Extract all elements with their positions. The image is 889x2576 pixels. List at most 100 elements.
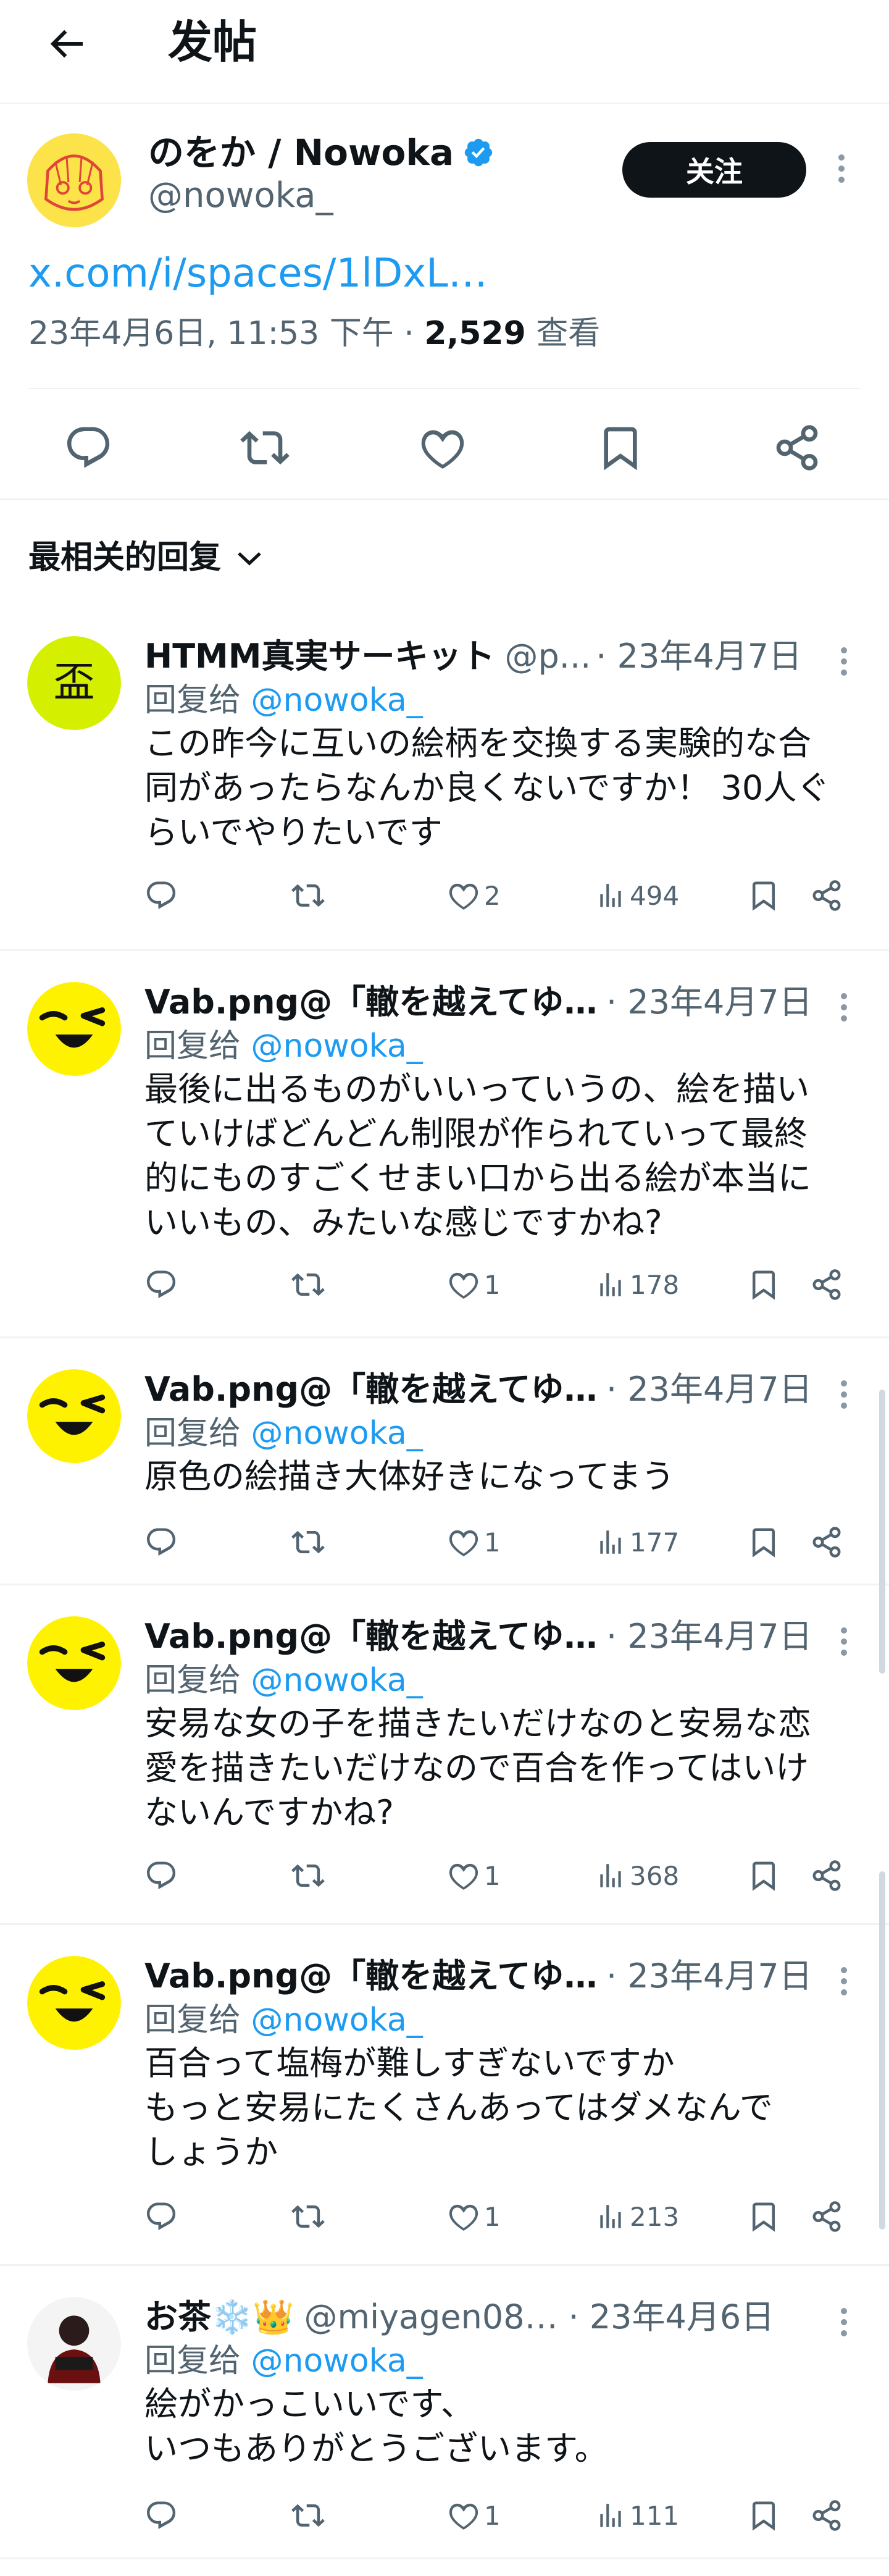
post-date[interactable]: 23年4月6日, 11:53 下午 · <box>28 315 424 352</box>
views-count: 2,529 <box>424 315 526 352</box>
share-icon[interactable] <box>810 2491 843 2540</box>
like-button[interactable]: 2 <box>447 871 501 920</box>
reply-to-mention[interactable]: @nowoka_ <box>251 1662 423 1699</box>
scrollbar-thumb[interactable] <box>879 1871 885 2230</box>
views-button[interactable]: 368 <box>595 1851 679 1900</box>
share-icon[interactable] <box>810 1260 843 1309</box>
reply-item[interactable]: Vab.png@「轍を越えてゆ... · 23年4月7日 回复给 @nowoka… <box>0 1585 889 1925</box>
more-options-icon[interactable] <box>841 1380 847 1409</box>
more-options-icon[interactable] <box>838 154 845 183</box>
reply-date[interactable]: · 23年4月7日 <box>606 1615 812 1658</box>
reply-to-mention[interactable]: @nowoka_ <box>251 2343 423 2380</box>
more-options-icon[interactable] <box>841 647 847 676</box>
retweet-icon[interactable] <box>291 1851 325 1900</box>
reply-author-handle[interactable]: @miyagen0831 <box>304 2296 563 2339</box>
follow-button[interactable]: 关注 <box>622 142 806 198</box>
reply-actions: 2 494 <box>144 871 864 920</box>
more-options-icon[interactable] <box>841 1967 847 1995</box>
reply-date[interactable]: · 23年4月7日 <box>596 635 802 678</box>
reply-author-name[interactable]: Vab.png@「轍を越えてゆ... <box>144 1368 601 1411</box>
reply-date[interactable]: · 23年4月6日 <box>568 2296 774 2339</box>
author-avatar[interactable] <box>27 133 121 227</box>
reply-to-mention[interactable]: @nowoka_ <box>251 2002 423 2039</box>
reply-date[interactable]: · 23年4月7日 <box>606 981 812 1024</box>
reply-to-mention[interactable]: @nowoka_ <box>251 1028 423 1065</box>
bookmark-icon[interactable] <box>747 2192 780 2241</box>
avatar-glyph: 盃 <box>54 658 95 706</box>
reply-icon[interactable] <box>144 1260 178 1309</box>
reply-avatar[interactable] <box>27 982 121 1076</box>
bookmark-icon[interactable] <box>747 1260 780 1309</box>
like-button[interactable]: 1 <box>447 1260 501 1309</box>
reply-item[interactable]: 盃 HTMM真実サーキット @p... · 23年4月7日 回复给 @nowok… <box>0 605 889 951</box>
reply-author-name[interactable]: Vab.png@「轍を越えてゆ... <box>144 1615 601 1658</box>
reply-to-prefix: 回复给 <box>144 1662 251 1699</box>
retweet-icon[interactable] <box>291 1260 325 1309</box>
page-title: 发帖 <box>168 16 257 68</box>
reply-sort-dropdown[interactable]: 最相关的回复 <box>28 530 264 585</box>
bookmark-icon[interactable] <box>747 871 780 920</box>
reply-author-name[interactable]: Vab.png@「轍を越えてゆ... <box>144 1955 601 1998</box>
reply-date[interactable]: · 23年4月7日 <box>606 1368 812 1411</box>
share-icon[interactable] <box>810 2192 843 2241</box>
reply-icon[interactable] <box>144 1517 178 1567</box>
views-button[interactable]: 494 <box>595 871 679 920</box>
reply-item[interactable]: Vab.png@「轍を越えてゆ... · 23年4月7日 回复给 @nowoka… <box>0 1338 889 1585</box>
reply-icon[interactable] <box>144 2491 178 2540</box>
author-name[interactable]: のをか / Nowoka <box>148 131 495 174</box>
more-options-icon[interactable] <box>841 2308 847 2336</box>
post-link[interactable]: x.com/i/spaces/1lDxL… <box>28 246 488 301</box>
reply-icon[interactable] <box>144 871 178 920</box>
bookmark-icon[interactable] <box>586 414 654 482</box>
reply-item[interactable]: お茶❄️👑 @miyagen0831 · 23年4月6日 回复给 @nowoka… <box>0 2266 889 2559</box>
like-button[interactable]: 1 <box>447 1851 501 1900</box>
reply-to-mention[interactable]: @nowoka_ <box>251 1415 423 1452</box>
reply-author-name[interactable]: お茶❄️👑 <box>144 2296 294 2339</box>
retweet-icon[interactable] <box>291 871 325 920</box>
reply-to-line: 回复给 @nowoka_ <box>144 2339 423 2383</box>
reply-date[interactable]: · 23年4月7日 <box>606 1955 812 1998</box>
views-button[interactable]: 178 <box>595 1260 679 1309</box>
retweet-icon[interactable] <box>231 414 299 482</box>
reply-avatar[interactable] <box>27 1956 121 2050</box>
like-icon <box>447 1268 480 1301</box>
more-options-icon[interactable] <box>841 1627 847 1656</box>
retweet-icon[interactable] <box>291 1517 325 1567</box>
retweet-icon[interactable] <box>291 2491 325 2540</box>
like-button[interactable]: 1 <box>447 2192 501 2241</box>
reply-avatar[interactable] <box>27 1616 121 1710</box>
author-handle[interactable]: @nowoka_ <box>148 174 333 217</box>
retweet-icon[interactable] <box>291 2192 325 2241</box>
share-icon[interactable] <box>810 871 843 920</box>
reply-icon[interactable] <box>144 1851 178 1900</box>
share-icon[interactable] <box>810 1851 843 1900</box>
scrollbar-thumb[interactable] <box>879 1390 885 1674</box>
bookmark-icon[interactable] <box>747 1851 780 1900</box>
like-button[interactable]: 1 <box>447 2491 501 2540</box>
back-arrow-icon[interactable] <box>38 16 94 72</box>
reply-icon[interactable] <box>144 2192 178 2241</box>
reply-item[interactable]: Vab.png@「轍を越えてゆ... · 23年4月7日 回复给 @nowoka… <box>0 1925 889 2266</box>
like-button[interactable]: 1 <box>447 1517 501 1567</box>
reply-author-handle[interactable]: @p... <box>505 635 591 678</box>
bookmark-icon[interactable] <box>747 2491 780 2540</box>
reply-avatar[interactable] <box>27 2297 121 2391</box>
views-button[interactable]: 111 <box>595 2491 679 2540</box>
views-button[interactable]: 213 <box>595 2192 679 2241</box>
reply-icon[interactable] <box>54 414 122 482</box>
views-button[interactable]: 177 <box>595 1517 679 1567</box>
like-icon[interactable] <box>409 414 477 482</box>
reply-header: お茶❄️👑 @miyagen0831 · 23年4月6日 <box>144 2296 821 2339</box>
more-options-icon[interactable] <box>841 993 847 1022</box>
share-icon[interactable] <box>763 414 831 482</box>
share-icon[interactable] <box>810 1517 843 1567</box>
reply-to-line: 回复给 @nowoka_ <box>144 1658 423 1703</box>
reply-to-mention[interactable]: @nowoka_ <box>251 682 423 719</box>
reply-author-name[interactable]: HTMM真実サーキット <box>144 635 495 678</box>
reply-item[interactable]: Vab.png@「轍を越えてゆ... · 23年4月7日 回复给 @nowoka… <box>0 951 889 1338</box>
reply-avatar[interactable] <box>27 1369 121 1463</box>
reply-author-name[interactable]: Vab.png@「轍を越えてゆ... <box>144 981 601 1024</box>
bookmark-icon[interactable] <box>747 1517 780 1567</box>
reply-avatar[interactable]: 盃 <box>27 636 121 730</box>
reply-text: この昨今に互いの絵柄を交換する実験的な合 同があったらなんか良くないですか！ 3… <box>144 724 830 852</box>
